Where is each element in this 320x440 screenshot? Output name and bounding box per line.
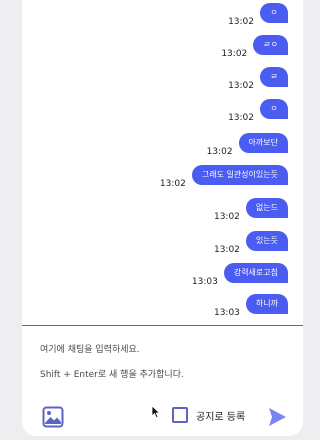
message-time: 13:02 [213,245,240,255]
message-row: 13:03 강력새로고침 [192,263,288,287]
image-icon [42,406,64,428]
chat-window: 13:02 ㅇ 13:02 ㄹㅇ 13:02 ㄹ 13:02 ㅇ 13:02 아… [22,0,303,436]
send-button[interactable] [266,406,288,428]
message-bubble: ㅇ [260,3,288,23]
message-bubble: ㅇ [260,99,288,119]
message-time: 13:03 [191,277,218,287]
message-bubble: 강력새로고침 [223,263,288,283]
checkbox-box[interactable] [172,407,188,423]
message-row: 13:03 하니까 [214,294,288,318]
message-bubble: ㄹ [260,67,288,87]
message-time: 13:02 [206,147,233,157]
message-row: 13:02 ㄹㅇ [221,35,288,59]
message-time: 13:02 [213,212,240,222]
message-bubble: 그래도 일관성이있는듯 [191,165,288,185]
message-bubble: 없는드 [245,198,288,218]
chat-input[interactable]: 여기에 채팅을 입력하세요. Shift + Enter로 새 행을 추가합니다… [40,338,290,388]
message-row: 13:02 있는듯 [214,231,288,255]
message-bubble: 있는듯 [245,231,288,251]
message-bubble: 아까보단 [238,133,288,153]
message-row: 13:02 아까보단 [207,133,288,157]
message-row: 13:02 ㅇ [228,3,288,27]
message-row: 13:02 ㄹ [228,67,288,91]
message-row: 13:02 ㅇ [228,99,288,123]
message-bubble: ㄹㅇ [253,35,288,55]
attach-image-button[interactable] [42,406,64,428]
message-time: 13:02 [221,49,248,59]
mouse-cursor [151,404,161,419]
message-bubble: 하니까 [245,294,288,314]
chat-composer: 여기에 채팅을 입력하세요. Shift + Enter로 새 행을 추가합니다… [22,326,303,436]
message-time: 13:02 [228,81,254,91]
message-time: 13:02 [228,113,254,123]
message-time: 13:03 [213,308,240,318]
notice-checkbox[interactable]: 공지로 등록 [172,407,245,423]
message-row: 13:02 없는드 [214,198,288,222]
message-time: 13:02 [228,17,254,27]
notice-label: 공지로 등록 [196,411,246,423]
message-list[interactable]: 13:02 ㅇ 13:02 ㄹㅇ 13:02 ㄹ 13:02 ㅇ 13:02 아… [22,0,303,325]
message-row: 13:02 그래도 일관성이있는듯 [160,165,288,189]
send-icon [269,408,286,426]
message-time: 13:02 [159,179,186,189]
